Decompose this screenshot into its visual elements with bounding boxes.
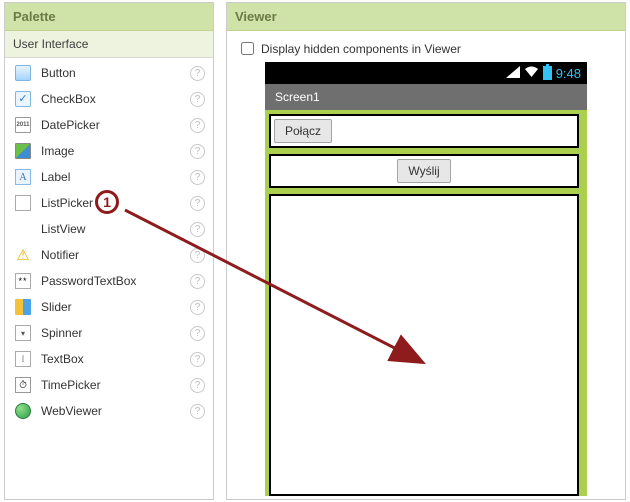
- palette-item-label: Slider: [41, 300, 190, 314]
- label-icon: [15, 169, 31, 185]
- palette-item-label: Image: [41, 144, 190, 158]
- palette-title: Palette: [5, 3, 213, 31]
- palette-item-label: PasswordTextBox: [41, 274, 190, 288]
- wifi-icon: [524, 66, 539, 81]
- clock-icon: [15, 377, 31, 393]
- battery-icon: [543, 66, 552, 80]
- listpicker-icon: [15, 195, 31, 211]
- help-icon[interactable]: ?: [190, 196, 205, 211]
- status-bar: 9:48: [265, 62, 587, 84]
- palette-item-label: Label: [41, 170, 190, 184]
- connect-button[interactable]: Połącz: [274, 119, 332, 143]
- display-hidden-option[interactable]: Display hidden components in Viewer: [237, 39, 615, 58]
- viewer-panel: Viewer Display hidden components in View…: [226, 2, 626, 500]
- image-icon: [15, 143, 31, 159]
- palette-item-listview[interactable]: ListView ?: [5, 216, 213, 242]
- palette-item-label: CheckBox: [41, 92, 190, 106]
- palette-item-label: ListView: [41, 222, 190, 236]
- palette-item-notifier[interactable]: Notifier ?: [5, 242, 213, 268]
- help-icon[interactable]: ?: [190, 222, 205, 237]
- display-hidden-checkbox[interactable]: [241, 42, 254, 55]
- listview-icon: [15, 221, 31, 237]
- help-icon[interactable]: ?: [190, 92, 205, 107]
- checkbox-icon: [15, 91, 31, 107]
- root: Palette User Interface Button ? CheckBox…: [0, 0, 630, 502]
- palette-item-slider[interactable]: Slider ?: [5, 294, 213, 320]
- help-icon[interactable]: ?: [190, 352, 205, 367]
- palette-item-spinner[interactable]: Spinner ?: [5, 320, 213, 346]
- help-icon[interactable]: ?: [190, 144, 205, 159]
- palette-panel: Palette User Interface Button ? CheckBox…: [4, 2, 214, 500]
- annotation-number: 1: [103, 194, 111, 210]
- palette-item-passwordtextbox[interactable]: PasswordTextBox ?: [5, 268, 213, 294]
- calendar-icon: [15, 117, 31, 133]
- horizontal-arrangement-1[interactable]: Połącz: [269, 114, 579, 148]
- palette-item-datepicker[interactable]: DatePicker ?: [5, 112, 213, 138]
- palette-item-label: Spinner: [41, 326, 190, 340]
- palette-item-label: DatePicker: [41, 118, 190, 132]
- display-hidden-label: Display hidden components in Viewer: [261, 42, 461, 56]
- palette-item-webviewer[interactable]: WebViewer ?: [5, 398, 213, 424]
- help-icon[interactable]: ?: [190, 170, 205, 185]
- viewer-body: Display hidden components in Viewer 9:48…: [227, 31, 625, 502]
- help-icon[interactable]: ?: [190, 248, 205, 263]
- warning-icon: [15, 247, 31, 263]
- help-icon[interactable]: ?: [190, 66, 205, 81]
- palette-item-label: TimePicker: [41, 378, 190, 392]
- viewer-title: Viewer: [227, 3, 625, 31]
- status-clock: 9:48: [556, 66, 581, 81]
- password-icon: [15, 273, 31, 289]
- palette-item-label[interactable]: Label ?: [5, 164, 213, 190]
- help-icon[interactable]: ?: [190, 274, 205, 289]
- palette-item-label: WebViewer: [41, 404, 190, 418]
- globe-icon: [15, 403, 31, 419]
- app-canvas[interactable]: Połącz Wyślij: [265, 110, 587, 496]
- palette-item-checkbox[interactable]: CheckBox ?: [5, 86, 213, 112]
- app-inner: Połącz Wyślij: [269, 114, 579, 496]
- help-icon[interactable]: ?: [190, 404, 205, 419]
- palette-list: Button ? CheckBox ? DatePicker ? Image ?: [5, 58, 213, 426]
- label-drop-target[interactable]: [269, 194, 579, 496]
- help-icon[interactable]: ?: [190, 300, 205, 315]
- palette-item-label: Notifier: [41, 248, 190, 262]
- palette-item-label: Button: [41, 66, 190, 80]
- palette-category-user-interface[interactable]: User Interface: [5, 31, 213, 58]
- annotation-marker-1: 1: [95, 190, 119, 214]
- screen-title: Screen1: [275, 90, 320, 104]
- palette-item-button[interactable]: Button ?: [5, 60, 213, 86]
- help-icon[interactable]: ?: [190, 378, 205, 393]
- signal-icon: [506, 66, 520, 81]
- palette-item-timepicker[interactable]: TimePicker ?: [5, 372, 213, 398]
- palette-item-label: TextBox: [41, 352, 190, 366]
- button-icon: [15, 65, 31, 81]
- horizontal-arrangement-2[interactable]: Wyślij: [269, 154, 579, 188]
- palette-item-textbox[interactable]: TextBox ?: [5, 346, 213, 372]
- slider-icon: [15, 299, 31, 315]
- textbox-icon: [15, 351, 31, 367]
- phone-frame: 9:48 Screen1 Połącz Wyślij: [265, 62, 587, 496]
- spinner-icon: [15, 325, 31, 341]
- palette-item-image[interactable]: Image ?: [5, 138, 213, 164]
- screen-title-bar: Screen1: [265, 84, 587, 110]
- send-button[interactable]: Wyślij: [397, 159, 450, 183]
- help-icon[interactable]: ?: [190, 118, 205, 133]
- help-icon[interactable]: ?: [190, 326, 205, 341]
